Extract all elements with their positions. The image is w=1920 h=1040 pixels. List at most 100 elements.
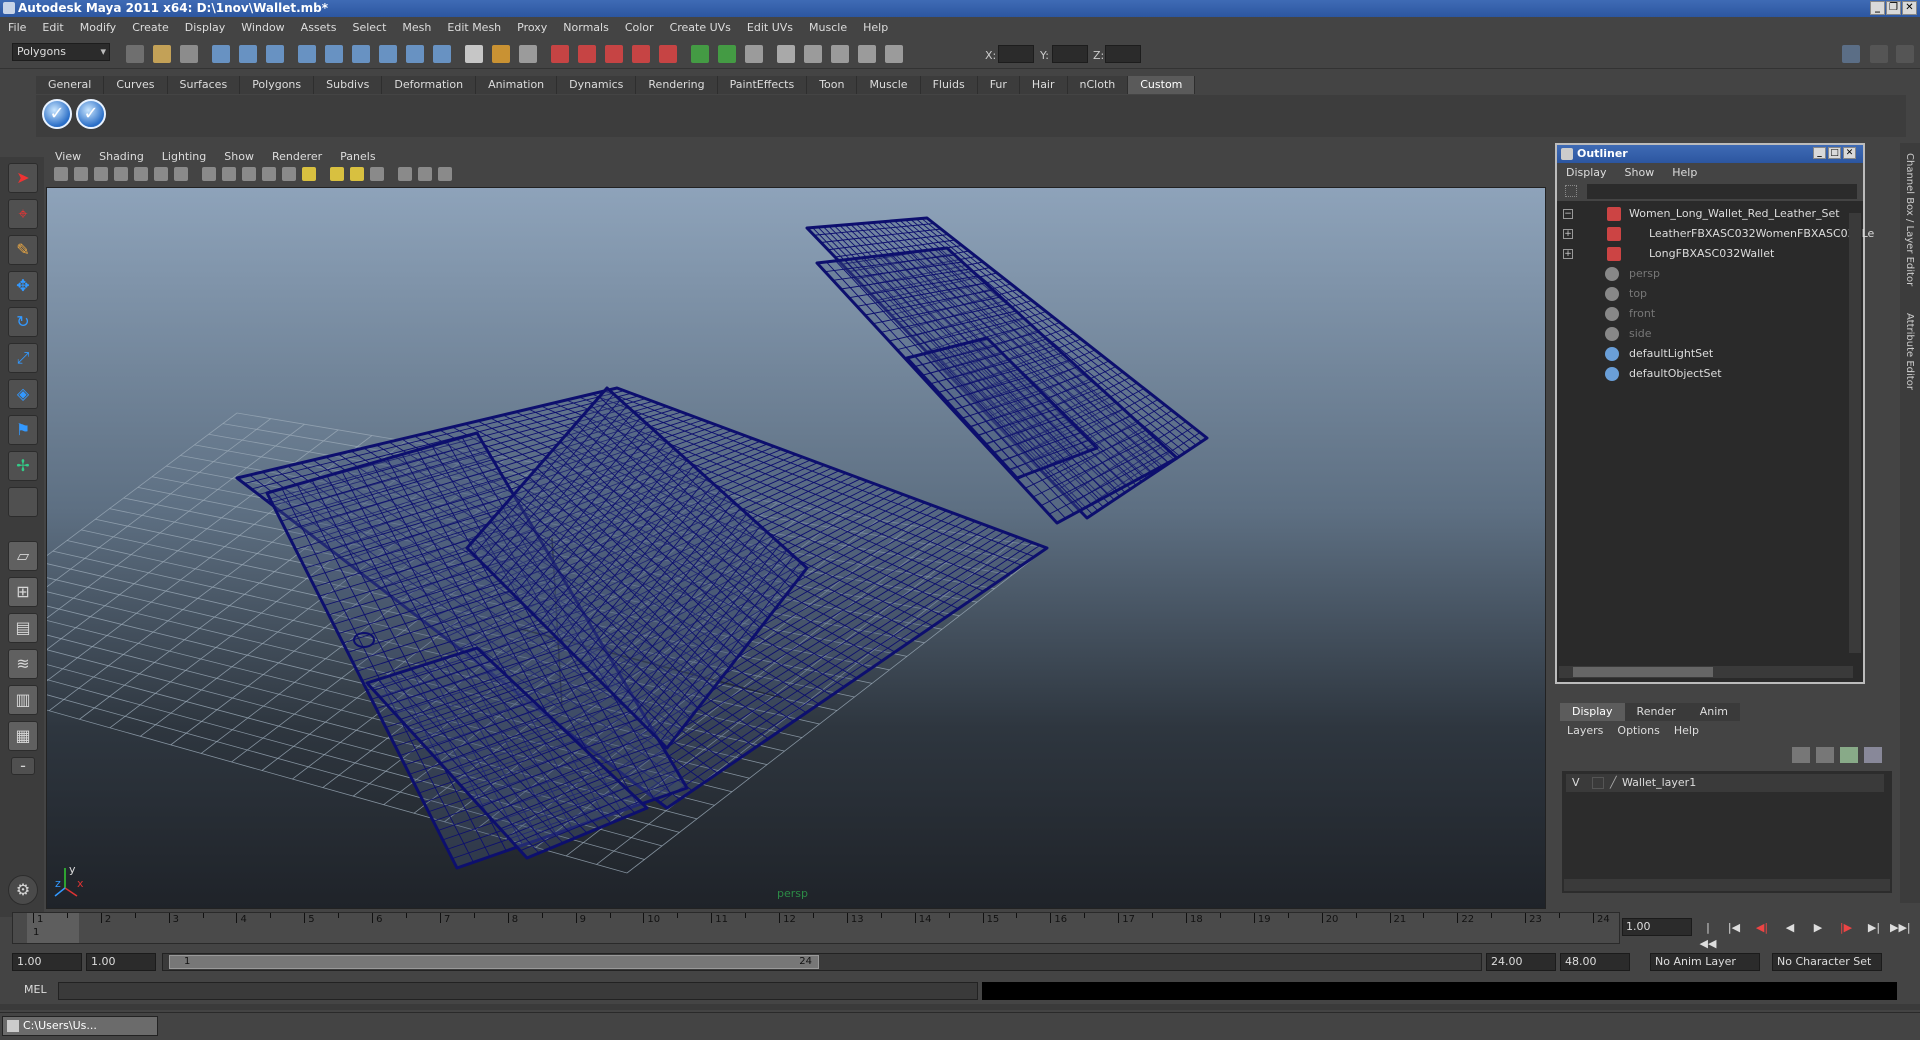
camera-attributes-icon[interactable] [74, 167, 88, 181]
playback-end-field[interactable]: 24.00 [1486, 953, 1556, 971]
layer-row[interactable]: V ╱ Wallet_layer1 [1566, 774, 1884, 792]
play-backwards-icon[interactable]: ◀ [1780, 920, 1800, 936]
go-to-start-icon[interactable]: |◀◀ [1698, 920, 1718, 950]
expand-toggle-icon[interactable]: − [1563, 209, 1573, 219]
step-forward-key-icon[interactable]: ▶| [1864, 920, 1884, 936]
layer-menu-layers[interactable]: Layers [1560, 724, 1610, 737]
range-slider[interactable]: 1 24 [162, 953, 1482, 971]
layer-color-icon[interactable]: ╱ [1610, 774, 1617, 792]
menu-select[interactable]: Select [344, 21, 394, 34]
new-scene-icon[interactable] [126, 45, 144, 63]
select-highlight-icon[interactable] [519, 45, 537, 63]
shelf-tab-general[interactable]: General [36, 76, 105, 94]
viewport-menu-lighting[interactable]: Lighting [153, 150, 215, 163]
menu-edit-uvs[interactable]: Edit UVs [739, 21, 801, 34]
channel-box-tab[interactable]: Channel Box / Layer Editor [1904, 153, 1915, 286]
persp-graph-layout-icon[interactable]: ≋ [8, 649, 38, 679]
render-view-icon[interactable] [831, 45, 849, 63]
outliner-item[interactable]: top [1629, 285, 1647, 303]
menu-assets[interactable]: Assets [293, 21, 345, 34]
menu-mesh[interactable]: Mesh [394, 21, 439, 34]
layer-menu-help[interactable]: Help [1667, 724, 1706, 737]
use-lights-icon[interactable] [302, 167, 316, 181]
shelf-tab-ncloth[interactable]: nCloth [1067, 76, 1129, 94]
textured-icon[interactable] [282, 167, 296, 181]
shelf-tab-surfaces[interactable]: Surfaces [167, 76, 241, 94]
new-layer-icon[interactable] [1792, 747, 1810, 763]
snap-toggle-icon[interactable] [885, 45, 903, 63]
layer-tab-anim[interactable]: Anim [1687, 703, 1740, 721]
outliner-item[interactable]: defaultLightSet [1629, 345, 1713, 363]
hypershade-icon[interactable] [804, 45, 822, 63]
history-2-icon[interactable] [578, 45, 596, 63]
shelf-tab-painteffects[interactable]: PaintEffects [717, 76, 808, 94]
menu-file[interactable]: File [0, 21, 34, 34]
outliner-maximize-button[interactable]: □ [1828, 147, 1841, 159]
select-tool-icon[interactable]: ➤ [8, 163, 38, 193]
menu-help[interactable]: Help [855, 21, 896, 34]
menu-edit-mesh[interactable]: Edit Mesh [439, 21, 509, 34]
shadows-icon[interactable] [330, 167, 344, 181]
outliner-item[interactable]: persp [1629, 265, 1660, 283]
safe-action-icon[interactable] [202, 167, 216, 181]
layout-more-icon[interactable]: - [11, 757, 35, 775]
outliner-minimize-button[interactable]: _ [1813, 147, 1826, 159]
outliner-menu-display[interactable]: Display [1557, 166, 1616, 179]
anim-layer-select[interactable]: No Anim Layer [1650, 953, 1760, 971]
layer-hscrollbar[interactable] [1564, 879, 1890, 891]
image-plane-icon[interactable] [114, 167, 128, 181]
outliner-close-button[interactable]: ✕ [1843, 147, 1856, 159]
layer-visibility-toggle[interactable]: V [1572, 774, 1580, 792]
smooth-shade-icon[interactable] [242, 167, 256, 181]
attribute-editor-toggle-icon[interactable] [1870, 45, 1888, 63]
outliner-item[interactable]: LongFBXASC032Wallet [1649, 245, 1774, 263]
shelf-tab-toon[interactable]: Toon [807, 76, 858, 94]
construction-history-icon[interactable] [858, 45, 876, 63]
filter-icon[interactable] [1565, 185, 1577, 197]
shelf-tab-polygons[interactable]: Polygons [240, 76, 315, 94]
last-tool-icon[interactable] [8, 487, 38, 517]
history-1-icon[interactable] [551, 45, 569, 63]
select-object-icon[interactable] [239, 45, 257, 63]
frame-selected-icon[interactable] [418, 167, 432, 181]
outliner-item[interactable]: defaultObjectSet [1629, 365, 1722, 383]
render-settings-icon[interactable] [745, 45, 763, 63]
current-time-marker[interactable]: 1 [27, 913, 79, 943]
hud-icon[interactable] [438, 167, 452, 181]
history-5-icon[interactable] [659, 45, 677, 63]
move-tool-icon[interactable]: ✥ [8, 271, 38, 301]
perspective-viewport[interactable]: persp y x z [46, 187, 1546, 909]
step-back-key-icon[interactable]: |◀ [1724, 920, 1744, 936]
outliner-item[interactable]: LeatherFBXASC032WomenFBXASC032Le [1649, 225, 1874, 243]
shelf-tab-fur[interactable]: Fur [977, 76, 1020, 94]
minimize-button[interactable]: _ [1870, 1, 1885, 15]
new-layer-selected-icon[interactable] [1816, 747, 1834, 763]
scale-tool-icon[interactable]: ⤢ [8, 343, 38, 373]
menu-window[interactable]: Window [233, 21, 292, 34]
graph-layout-icon[interactable]: ▦ [8, 721, 38, 751]
outliner-item[interactable]: side [1629, 325, 1652, 343]
display-render-icon[interactable] [777, 45, 795, 63]
isolate-select-icon[interactable] [370, 167, 384, 181]
outliner-hscrollbar[interactable] [1559, 666, 1853, 678]
lasso-tool-icon[interactable]: ⌖ [8, 199, 38, 229]
menu-proxy[interactable]: Proxy [509, 21, 555, 34]
restore-button[interactable]: ❐ [1886, 1, 1901, 15]
menu-modify[interactable]: Modify [72, 21, 124, 34]
shelf-check-icon-2[interactable]: ✓ [76, 99, 106, 129]
play-forwards-icon[interactable]: ▶ [1808, 920, 1828, 936]
time-slider[interactable]: 1 1 2 3 4 5 6 7 8 9 10 11 12 13 14 15 16 17 18 19 20 21 22 23 24 [12, 912, 1620, 944]
menu-set-select[interactable]: Polygons [12, 43, 110, 61]
playback-start-field[interactable]: 1.00 [86, 953, 156, 971]
bookmark-icon[interactable] [94, 167, 108, 181]
lock-icon[interactable]: ⚙ [8, 875, 38, 905]
close-button[interactable]: ✕ [1902, 1, 1917, 15]
wireframe-icon[interactable] [222, 167, 236, 181]
viewport-menu-panels[interactable]: Panels [331, 150, 384, 163]
outliner-menu-show[interactable]: Show [1616, 166, 1664, 179]
hypershade-layout-icon[interactable]: ▥ [8, 685, 38, 715]
snap-live-icon[interactable] [406, 45, 424, 63]
z-input[interactable] [1105, 45, 1141, 63]
paint-select-tool-icon[interactable]: ✎ [8, 235, 38, 265]
menu-normals[interactable]: Normals [555, 21, 617, 34]
